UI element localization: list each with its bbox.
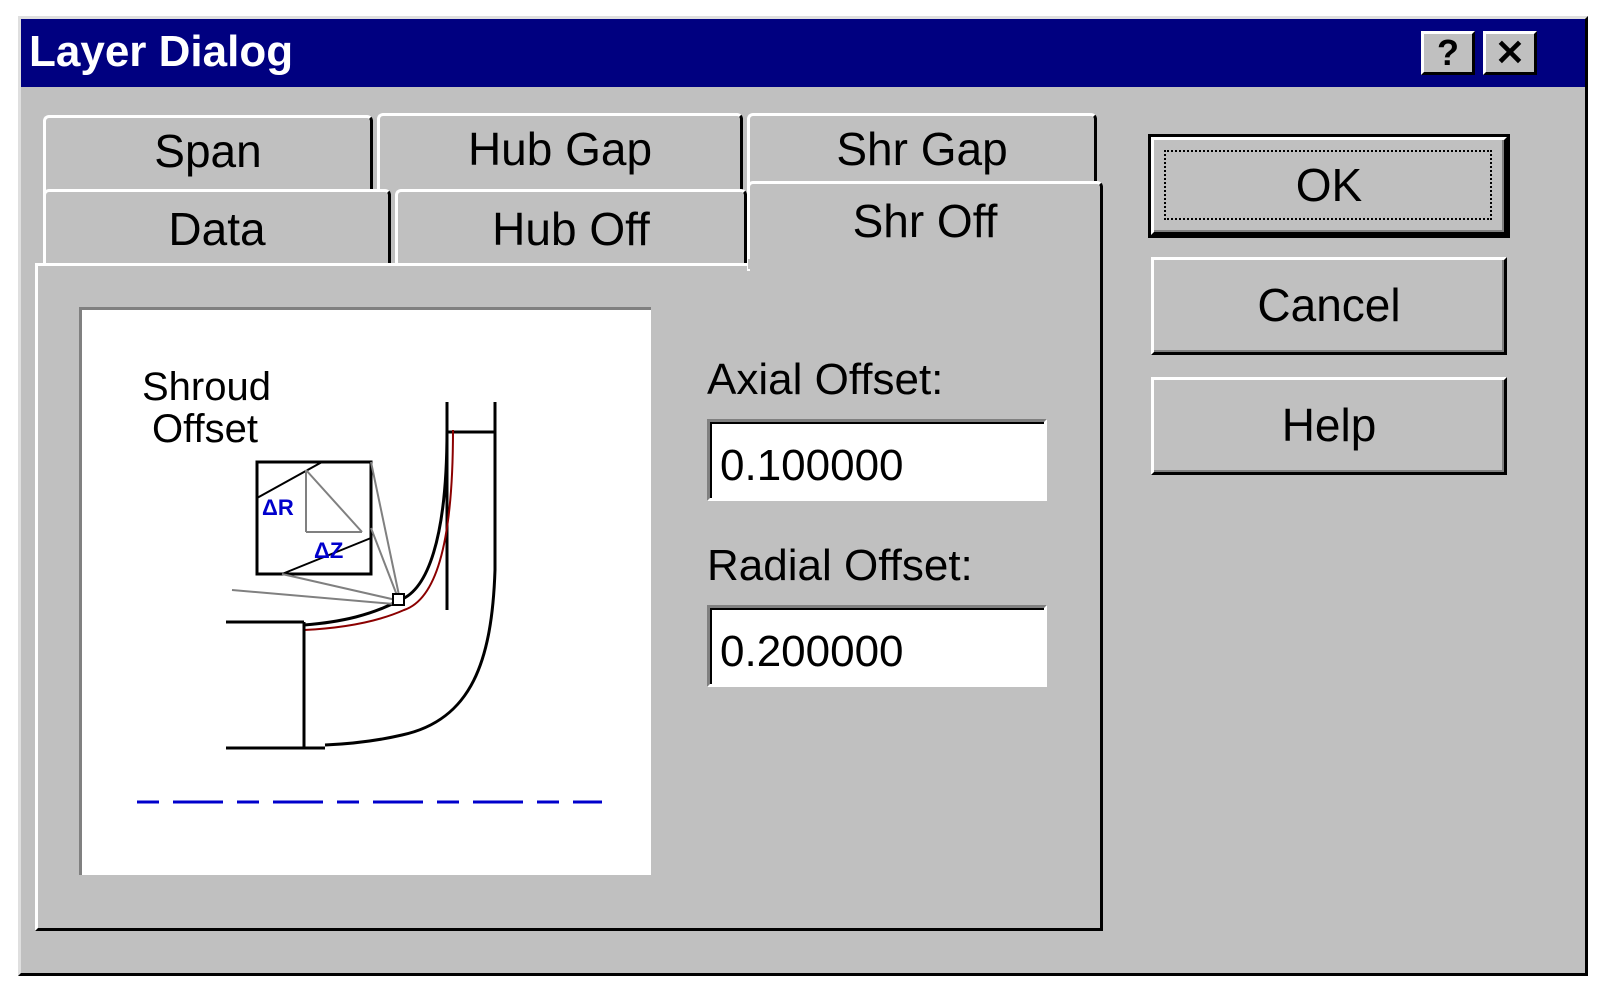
help-label: Help [1281, 399, 1377, 451]
help-button[interactable]: Help [1151, 377, 1507, 475]
leader-1 [370, 461, 401, 601]
tab-data[interactable]: Data [43, 189, 391, 267]
focus-rect [1164, 150, 1492, 220]
leader-4 [231, 589, 395, 605]
tab-hub-off[interactable]: Hub Off [395, 189, 747, 267]
hub-curve [324, 569, 497, 747]
offset-point [392, 593, 405, 606]
tab-span[interactable]: Span [43, 115, 373, 195]
radial-offset-field[interactable] [707, 605, 1047, 687]
active-tab-join [748, 259, 1098, 269]
close-icon[interactable]: ✕ [1483, 31, 1537, 75]
tab-shr-off[interactable]: Shr Off [747, 181, 1103, 271]
diagram-label-shroud: Shroud [142, 365, 271, 409]
shroud-offset-diagram: Shroud Offset ΔR ΔZ [79, 307, 651, 875]
title-bar[interactable]: Layer Dialog ? ✕ [21, 19, 1585, 87]
layer-dialog: Layer Dialog ? ✕ Span Hub Gap Shr Gap Da… [18, 16, 1588, 976]
diagram-label-offset: Offset [152, 407, 258, 451]
window-title: Layer Dialog [29, 27, 294, 76]
ok-button[interactable]: OK [1148, 134, 1510, 238]
tab-hub-gap[interactable]: Hub Gap [377, 113, 743, 193]
cancel-label: Cancel [1257, 279, 1401, 331]
delta-r-label: ΔR [262, 495, 294, 520]
help-icon[interactable]: ? [1421, 31, 1475, 75]
delta-z-label: ΔZ [314, 538, 343, 563]
cancel-button[interactable]: Cancel [1151, 257, 1507, 355]
diagram-svg: Shroud Offset ΔR ΔZ [137, 365, 602, 804]
axial-offset-label: Axial Offset: [707, 355, 944, 404]
axial-offset-field[interactable] [707, 419, 1047, 501]
leader-2 [370, 527, 399, 599]
radial-offset-label: Radial Offset: [707, 541, 973, 590]
